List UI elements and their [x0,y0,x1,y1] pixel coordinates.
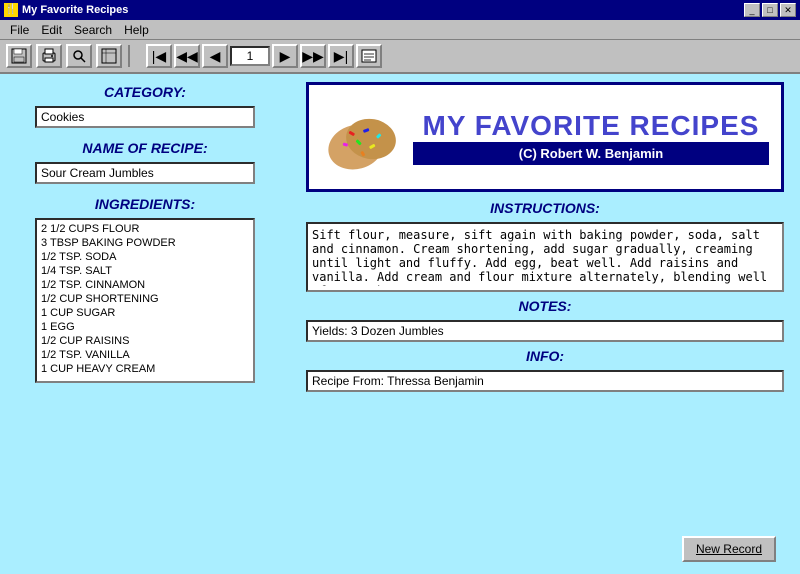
title-bar: 🍴 My Favorite Recipes _ □ ✕ [0,0,800,20]
menu-edit[interactable]: Edit [35,22,68,38]
toolbar: |◀ ◀◀ ◀ 1 ▶ ▶▶ ▶| [0,40,800,74]
window-title: My Favorite Recipes [22,4,128,16]
new-record-button[interactable]: New Record [682,536,776,562]
ingredients-wrapper: 2 1/2 CUPS FLOUR3 TBSP BAKING POWDER1/2 … [35,218,255,383]
list-item[interactable]: 1/2 CUP SHORTENING [39,292,251,306]
maximize-button[interactable]: □ [762,3,778,17]
menu-file[interactable]: File [4,22,35,38]
notes-label: NOTES: [306,298,784,314]
list-item[interactable]: 1/2 CUP RAISINS [39,334,251,348]
nav-prev-button[interactable]: ◀ [202,44,228,68]
main-content: CATEGORY: NAME OF RECIPE: INGREDIENTS: 2… [0,74,800,574]
nav-last-button[interactable]: ▶| [328,44,354,68]
list-item[interactable]: 2 1/2 CUPS FLOUR [39,222,251,236]
copyright-box: (C) Robert W. Benjamin [413,142,769,165]
list-item[interactable]: 1 CUP SUGAR [39,306,251,320]
list-item[interactable]: 3 TBSP BAKING POWDER [39,236,251,250]
category-input[interactable] [35,106,255,128]
instructions-box[interactable] [306,222,784,292]
nav-next-next-button[interactable]: ▶▶ [300,44,326,68]
list-item[interactable]: 1/2 TSP. SODA [39,250,251,264]
ingredients-list: 2 1/2 CUPS FLOUR3 TBSP BAKING POWDER1/2 … [37,220,253,378]
recipe-name-label: NAME OF RECIPE: [15,140,275,156]
menu-search[interactable]: Search [68,22,118,38]
print-button[interactable] [36,44,62,68]
list-item[interactable]: 1/4 TSP. SALT [39,264,251,278]
right-sections: INSTRUCTIONS: NOTES: INFO: New Record [306,200,784,566]
ingredients-label: INGREDIENTS: [15,196,275,212]
nav-extra-button[interactable] [356,44,382,68]
list-item[interactable]: 1/2 TSP. VANILLA [39,348,251,362]
cookie-image [321,97,401,177]
close-button[interactable]: ✕ [780,3,796,17]
recipe-name-input[interactable] [35,162,255,184]
minimize-button[interactable]: _ [744,3,760,17]
instructions-label: INSTRUCTIONS: [306,200,784,216]
category-label: CATEGORY: [15,84,275,100]
bottom-row: New Record [306,532,784,566]
notes-input[interactable] [306,320,784,342]
instructions-textarea[interactable] [312,228,778,286]
recipe-title: MY FAVORITE RECIPES [413,110,769,142]
search-tool-button[interactable] [66,44,92,68]
nav-group: |◀ ◀◀ ◀ 1 ▶ ▶▶ ▶| [146,44,382,68]
list-item[interactable]: 1 EGG [39,320,251,334]
menu-help[interactable]: Help [118,22,155,38]
nav-page-input[interactable]: 1 [230,46,270,66]
recipe-header-box: MY FAVORITE RECIPES (C) Robert W. Benjam… [306,82,784,192]
nav-prev-prev-button[interactable]: ◀◀ [174,44,200,68]
window-controls[interactable]: _ □ ✕ [744,3,796,17]
right-panel: MY FAVORITE RECIPES (C) Robert W. Benjam… [290,74,800,574]
left-panel: CATEGORY: NAME OF RECIPE: INGREDIENTS: 2… [0,74,290,574]
toolbar-separator [128,45,130,67]
info-input[interactable] [306,370,784,392]
list-item[interactable]: 1 CUP HEAVY CREAM [39,362,251,376]
ingredients-listbox[interactable]: 2 1/2 CUPS FLOUR3 TBSP BAKING POWDER1/2 … [35,218,255,383]
menu-bar: File Edit Search Help [0,20,800,40]
save-button[interactable] [6,44,32,68]
info-label: INFO: [306,348,784,364]
nav-first-button[interactable]: |◀ [146,44,172,68]
app-icon: 🍴 [4,3,18,17]
data-button[interactable] [96,44,122,68]
list-item[interactable]: 1/2 TSP. CINNAMON [39,278,251,292]
nav-next-button[interactable]: ▶ [272,44,298,68]
